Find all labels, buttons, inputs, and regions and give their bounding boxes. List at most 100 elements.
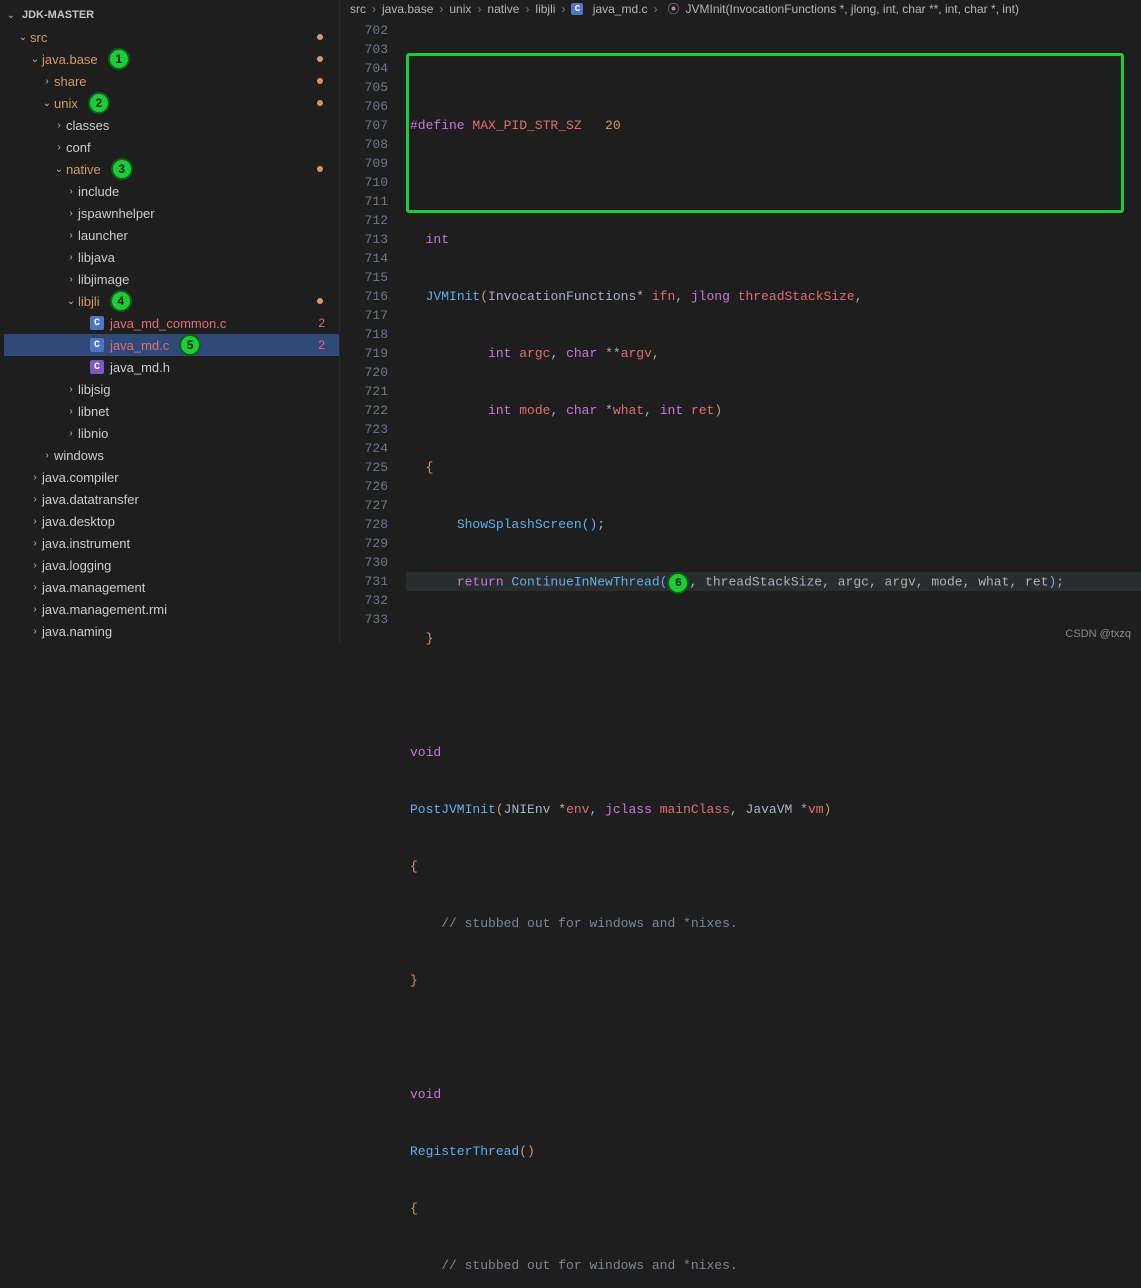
- folder-libnio[interactable]: › libnio: [4, 422, 339, 444]
- folder-label: libjli: [78, 294, 100, 309]
- chevron-right-icon: ›: [64, 406, 78, 417]
- folder-classes[interactable]: › classes: [4, 114, 339, 136]
- chevron-right-icon: ›: [64, 384, 78, 395]
- folder-label: launcher: [78, 228, 128, 243]
- folder-label: java.datatransfer: [42, 492, 139, 507]
- breadcrumb-item[interactable]: src: [350, 2, 366, 16]
- chevron-right-icon: ›: [28, 538, 42, 549]
- c-header-icon: C: [90, 360, 104, 374]
- chevron-right-icon: ›: [40, 450, 54, 461]
- file-label: java_md.c: [110, 338, 169, 353]
- project-label: JDK-MASTER: [18, 9, 94, 21]
- file-explorer: ⌄ JDK-MASTER ⌄ src ⌄ java.base 1 › share…: [0, 0, 340, 644]
- c-file-icon: C: [90, 316, 104, 330]
- folder-conf[interactable]: › conf: [4, 136, 339, 158]
- breadcrumb-file[interactable]: C java_md.c: [571, 2, 647, 16]
- chevron-right-icon: ›: [64, 274, 78, 285]
- folder-src[interactable]: ⌄ src: [4, 26, 339, 48]
- chevron-right-icon: ›: [28, 494, 42, 505]
- callout-badge: 2: [88, 92, 110, 114]
- chevron-right-icon: ›: [52, 120, 66, 131]
- folder-libnet[interactable]: › libnet: [4, 400, 339, 422]
- modified-dot-icon: [317, 56, 323, 62]
- chevron-down-icon: ⌄: [64, 296, 78, 307]
- chevron-right-icon: ›: [64, 208, 78, 219]
- folder-label: java.compiler: [42, 470, 119, 485]
- chevron-right-icon: ›: [64, 252, 78, 263]
- folder-label: libnet: [78, 404, 109, 419]
- breadcrumb[interactable]: src› java.base› unix› native› libjli› C …: [340, 0, 1141, 17]
- folder-java-base[interactable]: ⌄ java.base 1: [4, 48, 339, 70]
- folder-label: src: [30, 30, 47, 45]
- folder-label: conf: [66, 140, 91, 155]
- error-count: 2: [318, 338, 325, 352]
- folder-libjli[interactable]: ⌄ libjli 4: [4, 290, 339, 312]
- chevron-down-icon: ⌄: [16, 32, 30, 43]
- chevron-right-icon: ›: [28, 582, 42, 593]
- folder-label: jspawnhelper: [78, 206, 155, 221]
- folder-unix[interactable]: ⌄ unix 2: [4, 92, 339, 114]
- chevron-right-icon: ›: [64, 230, 78, 241]
- folder-jspawnhelper[interactable]: › jspawnhelper: [4, 202, 339, 224]
- folder-label: java.instrument: [42, 536, 130, 551]
- file-java-md-c[interactable]: · C java_md.c 5 2: [4, 334, 339, 356]
- folder-label: java.logging: [42, 558, 111, 573]
- folder-label: java.desktop: [42, 514, 115, 529]
- modified-dot-icon: [317, 298, 323, 304]
- code-editor[interactable]: 7027037047057067077087097107117127137147…: [340, 17, 1141, 1288]
- modified-dot-icon: [317, 100, 323, 106]
- folder-share[interactable]: › share: [4, 70, 339, 92]
- c-file-icon: C: [571, 3, 583, 15]
- folder-launcher[interactable]: › launcher: [4, 224, 339, 246]
- file-java-md-h[interactable]: · C java_md.h: [4, 356, 339, 378]
- callout-badge: 1: [108, 48, 130, 70]
- folder-label: libnio: [78, 426, 108, 441]
- folder-label: libjava: [78, 250, 115, 265]
- folder-label: classes: [66, 118, 109, 133]
- chevron-right-icon: ›: [64, 428, 78, 439]
- folder-native[interactable]: ⌄ native 3: [4, 158, 339, 180]
- folder-label: windows: [54, 448, 104, 463]
- breadcrumb-symbol[interactable]: JVMInit(InvocationFunctions *, jlong, in…: [686, 2, 1019, 16]
- breadcrumb-item[interactable]: native: [487, 2, 519, 16]
- chevron-down-icon: ⌄: [52, 164, 66, 175]
- c-file-icon: C: [90, 338, 104, 352]
- breadcrumb-item[interactable]: unix: [449, 2, 471, 16]
- project-root[interactable]: ⌄ JDK-MASTER: [4, 4, 339, 26]
- modified-dot-icon: [317, 166, 323, 172]
- symbol-method-icon: ⦿: [667, 0, 679, 17]
- folder-label: java.base: [42, 52, 98, 67]
- folder-java-datatransfer[interactable]: › java.datatransfer: [4, 488, 339, 510]
- breadcrumb-item[interactable]: java.base: [382, 2, 433, 16]
- folder-include[interactable]: › include: [4, 180, 339, 202]
- folder-libjava[interactable]: › libjava: [4, 246, 339, 268]
- error-count: 2: [318, 316, 325, 330]
- folder-java-logging[interactable]: › java.logging: [4, 554, 339, 576]
- chevron-right-icon: ›: [28, 516, 42, 527]
- folder-java-desktop[interactable]: › java.desktop: [4, 510, 339, 532]
- code-content[interactable]: #define MAX_PID_STR_SZ 20 int JVMInit(In…: [406, 17, 1141, 1288]
- folder-label: java.management: [42, 580, 145, 595]
- folder-java-management[interactable]: › java.management: [4, 576, 339, 598]
- folder-libjimage[interactable]: › libjimage: [4, 268, 339, 290]
- folder-libjsig[interactable]: › libjsig: [4, 378, 339, 400]
- folder-windows[interactable]: › windows: [4, 444, 339, 466]
- folder-label: java.management.rmi: [42, 602, 167, 617]
- chevron-down-icon: ⌄: [28, 54, 42, 65]
- chevron-right-icon: ›: [52, 142, 66, 153]
- folder-label: native: [66, 162, 101, 177]
- file-java-md-common[interactable]: · C java_md_common.c 2: [4, 312, 339, 334]
- chevron-right-icon: ›: [64, 186, 78, 197]
- folder-label: libjsig: [78, 382, 111, 397]
- folder-java-management-rmi[interactable]: › java.management.rmi: [4, 598, 339, 620]
- editor-pane: src› java.base› unix› native› libjli› C …: [340, 0, 1141, 644]
- breadcrumb-item[interactable]: libjli: [535, 2, 555, 16]
- modified-dot-icon: [317, 78, 323, 84]
- chevron-right-icon: ›: [28, 604, 42, 615]
- folder-java-instrument[interactable]: › java.instrument: [4, 532, 339, 554]
- folder-java-naming[interactable]: › java.naming: [4, 620, 339, 642]
- folder-java-compiler[interactable]: › java.compiler: [4, 466, 339, 488]
- chevron-down-icon: ⌄: [4, 10, 18, 21]
- folder-label: include: [78, 184, 119, 199]
- folder-label: share: [54, 74, 87, 89]
